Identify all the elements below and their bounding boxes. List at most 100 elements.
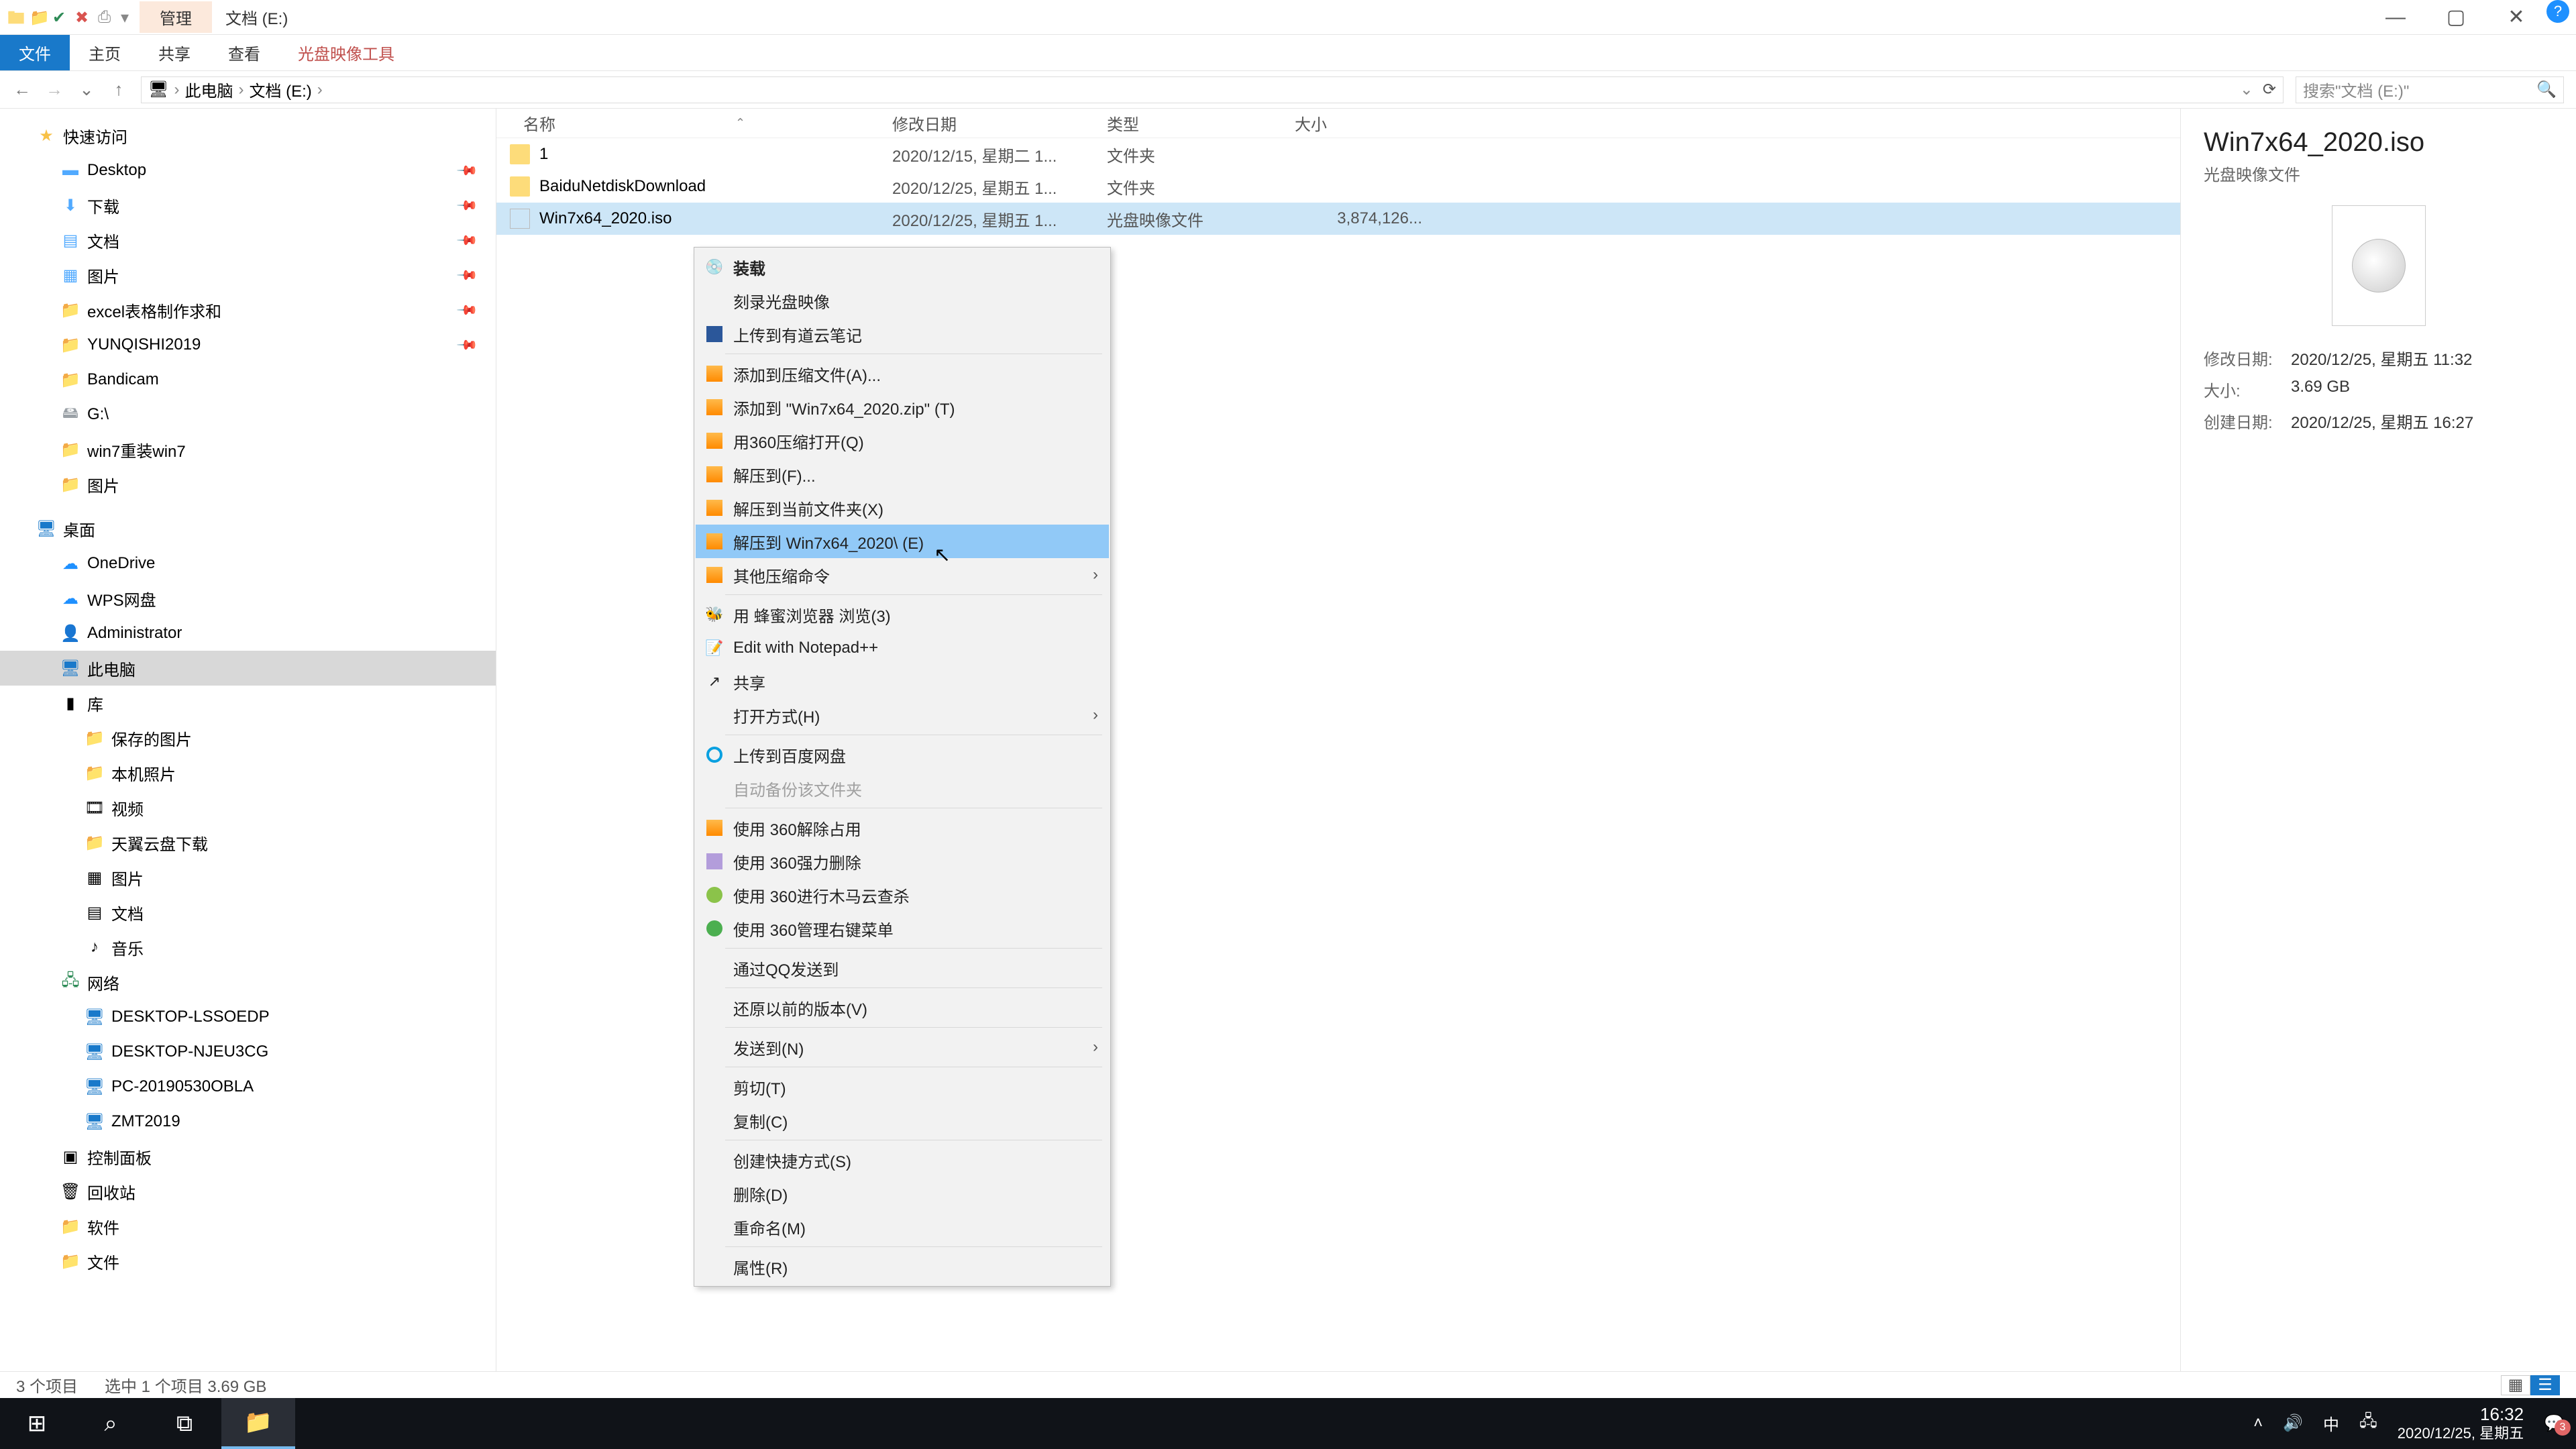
tree-yunqishi[interactable]: 📁YUNQISHI2019📌 [0,327,496,362]
ctx-delete[interactable]: 删除(D) [696,1177,1109,1210]
ctx-restore[interactable]: 还原以前的版本(V) [696,991,1109,1024]
ctx-copy[interactable]: 复制(C) [696,1104,1109,1137]
tree-tianyi[interactable]: 📁天翼云盘下载 [0,825,496,860]
tree-onedrive[interactable]: ☁OneDrive [0,546,496,581]
ctx-baidu[interactable]: 上传到百度网盘 [696,738,1109,771]
tree-desktop[interactable]: ▬Desktop📌 [0,153,496,188]
ctx-notepadpp[interactable]: 📝Edit with Notepad++ [696,631,1109,665]
ctx-cut[interactable]: 剪切(T) [696,1070,1109,1104]
col-date[interactable]: 修改日期 [892,111,1107,135]
tree-pc4[interactable]: 🖥ZMT2019 [0,1104,496,1139]
ctx-open-360zip[interactable]: 用360压缩打开(Q) [696,424,1109,458]
tree-win7re[interactable]: 📁win7重装win7 [0,432,496,467]
chevron-right-icon[interactable]: › [238,80,244,99]
search-icon[interactable]: 🔍 [2536,80,2557,99]
ctx-extract-named[interactable]: 解压到 Win7x64_2020\ (E) [696,525,1109,558]
tree-pictures[interactable]: ▦图片📌 [0,258,496,292]
explorer-taskbar-button[interactable]: 📁 [221,1398,295,1449]
ctx-rename[interactable]: 重命名(M) [696,1210,1109,1244]
print-icon[interactable]: ⎙ [98,8,117,27]
col-type[interactable]: 类型 [1107,111,1295,135]
tree-excel[interactable]: 📁excel表格制作求和📌 [0,292,496,327]
file-row-selected[interactable]: Win7x64_2020.iso 2020/12/25, 星期五 1... 光盘… [496,203,2180,235]
tree-soft[interactable]: 📁软件 [0,1209,496,1244]
tree-quick-access[interactable]: ★快速访问 [0,118,496,153]
help-icon[interactable]: ? [2546,0,2569,23]
qat-dropdown-icon[interactable]: ▾ [121,8,140,27]
ribbon-tab-home[interactable]: 主页 [70,35,140,70]
file-row[interactable]: BaiduNetdiskDownload 2020/12/25, 星期五 1..… [496,170,2180,203]
contextual-tab-manage[interactable]: 管理 [140,1,212,33]
tree-bandicam[interactable]: 📁Bandicam [0,362,496,397]
chevron-right-icon[interactable]: › [317,80,323,99]
taskbar-clock[interactable]: 16:32 2020/12/25, 星期五 [2398,1404,2524,1443]
tree-library[interactable]: ▮库 [0,686,496,720]
ribbon-tab-share[interactable]: 共享 [140,35,209,70]
open-folder-icon[interactable]: 📁 [30,8,48,27]
view-details-button[interactable]: ☰ [2530,1375,2560,1395]
tree-downloads[interactable]: ⬇下载📌 [0,188,496,223]
tree-saved-pics[interactable]: 📁保存的图片 [0,720,496,755]
ctx-burn[interactable]: 刻录光盘映像 [696,284,1109,317]
ctx-shortcut[interactable]: 创建快捷方式(S) [696,1143,1109,1177]
tree-pics3[interactable]: ▦图片 [0,860,496,895]
start-button[interactable]: ⊞ [0,1398,74,1449]
view-thumbnails-button[interactable]: ▦ [2501,1375,2530,1395]
tree-network[interactable]: 🖧网络 [0,965,496,1000]
ctx-360-unlock[interactable]: 使用 360解除占用 [696,811,1109,845]
chevron-right-icon[interactable]: › [174,80,179,99]
refresh-icon[interactable]: ⟳ [2263,80,2276,99]
nav-recent-dropdown[interactable]: ⌄ [76,79,97,100]
network-tray-icon[interactable]: 🖧 [2359,1409,2377,1437]
ctx-share[interactable]: ↗共享 [696,665,1109,698]
ctx-openwith[interactable]: 打开方式(H)› [696,698,1109,732]
ctx-360-scan[interactable]: 使用 360进行木马云查杀 [696,878,1109,912]
address-dropdown-icon[interactable]: ⌄ [2240,80,2253,99]
file-row[interactable]: 1 2020/12/15, 星期二 1... 文件夹 [496,138,2180,170]
ctx-add-archive[interactable]: 添加到压缩文件(A)... [696,357,1109,390]
ribbon-tab-file[interactable]: 文件 [0,35,70,70]
tray-chevron-icon[interactable]: ˄ [2253,1414,2263,1433]
minimize-button[interactable]: ― [2365,0,2426,35]
notifications-button[interactable]: 💬3 [2544,1413,2564,1433]
nav-forward-button[interactable]: → [44,79,64,100]
tree-documents[interactable]: ▤文档📌 [0,223,496,258]
close-button[interactable]: ✕ [2486,0,2546,35]
check-icon[interactable]: ✔ [52,8,71,27]
tree-pictures2[interactable]: 📁图片 [0,467,496,502]
tree-gdrive[interactable]: 🖴G:\ [0,397,496,432]
tree-controlpanel[interactable]: ▣控制面板 [0,1139,496,1174]
ctx-honey[interactable]: 🐝用 蜂蜜浏览器 浏览(3) [696,598,1109,631]
ctx-extract-to[interactable]: 解压到(F)... [696,458,1109,491]
search-input[interactable]: 搜索"文档 (E:)" 🔍 [2296,76,2564,103]
tree-pc1[interactable]: 🖥DESKTOP-LSSOEDP [0,1000,496,1034]
search-button[interactable]: ⌕ [74,1398,148,1449]
ribbon-tab-view[interactable]: 查看 [209,35,279,70]
ctx-properties[interactable]: 属性(R) [696,1250,1109,1283]
tree-admin[interactable]: 👤Administrator [0,616,496,651]
crumb-thispc[interactable]: 此电脑 [184,78,233,101]
tree-video[interactable]: 🎞视频 [0,790,496,825]
tree-wps[interactable]: ☁WPS网盘 [0,581,496,616]
ribbon-tab-disctool[interactable]: 光盘映像工具 [279,35,413,70]
taskview-button[interactable]: ⧉ [148,1398,221,1449]
ime-indicator[interactable]: 中 [2323,1411,2339,1435]
tree-thispc[interactable]: 🖥此电脑 [0,651,496,686]
ctx-360-menu[interactable]: 使用 360管理右键菜单 [696,912,1109,945]
ctx-sendto[interactable]: 发送到(N)› [696,1030,1109,1064]
ctx-add-zip[interactable]: 添加到 "Win7x64_2020.zip" (T) [696,390,1109,424]
tree-music[interactable]: ♪音乐 [0,930,496,965]
maximize-button[interactable]: ▢ [2426,0,2486,35]
ctx-youdao[interactable]: 上传到有道云笔记 [696,317,1109,351]
close-red-icon[interactable]: ✖ [75,8,94,27]
tree-desktop-group[interactable]: 🖥桌面 [0,511,496,546]
breadcrumb[interactable]: 🖥 › 此电脑 › 文档 (E:) › ⌄⟳ [141,76,2284,103]
nav-up-button[interactable]: ↑ [109,79,129,100]
tree-pc3[interactable]: 🖥PC-20190530OBLA [0,1069,496,1104]
tree-files[interactable]: 📁文件 [0,1244,496,1279]
col-name[interactable]: 名称⌃ [496,111,892,135]
crumb-drive[interactable]: 文档 (E:) [249,78,311,101]
ctx-360-force[interactable]: 使用 360强力删除 [696,845,1109,878]
nav-back-button[interactable]: ← [12,79,32,100]
tree-recycle[interactable]: 🗑回收站 [0,1174,496,1209]
